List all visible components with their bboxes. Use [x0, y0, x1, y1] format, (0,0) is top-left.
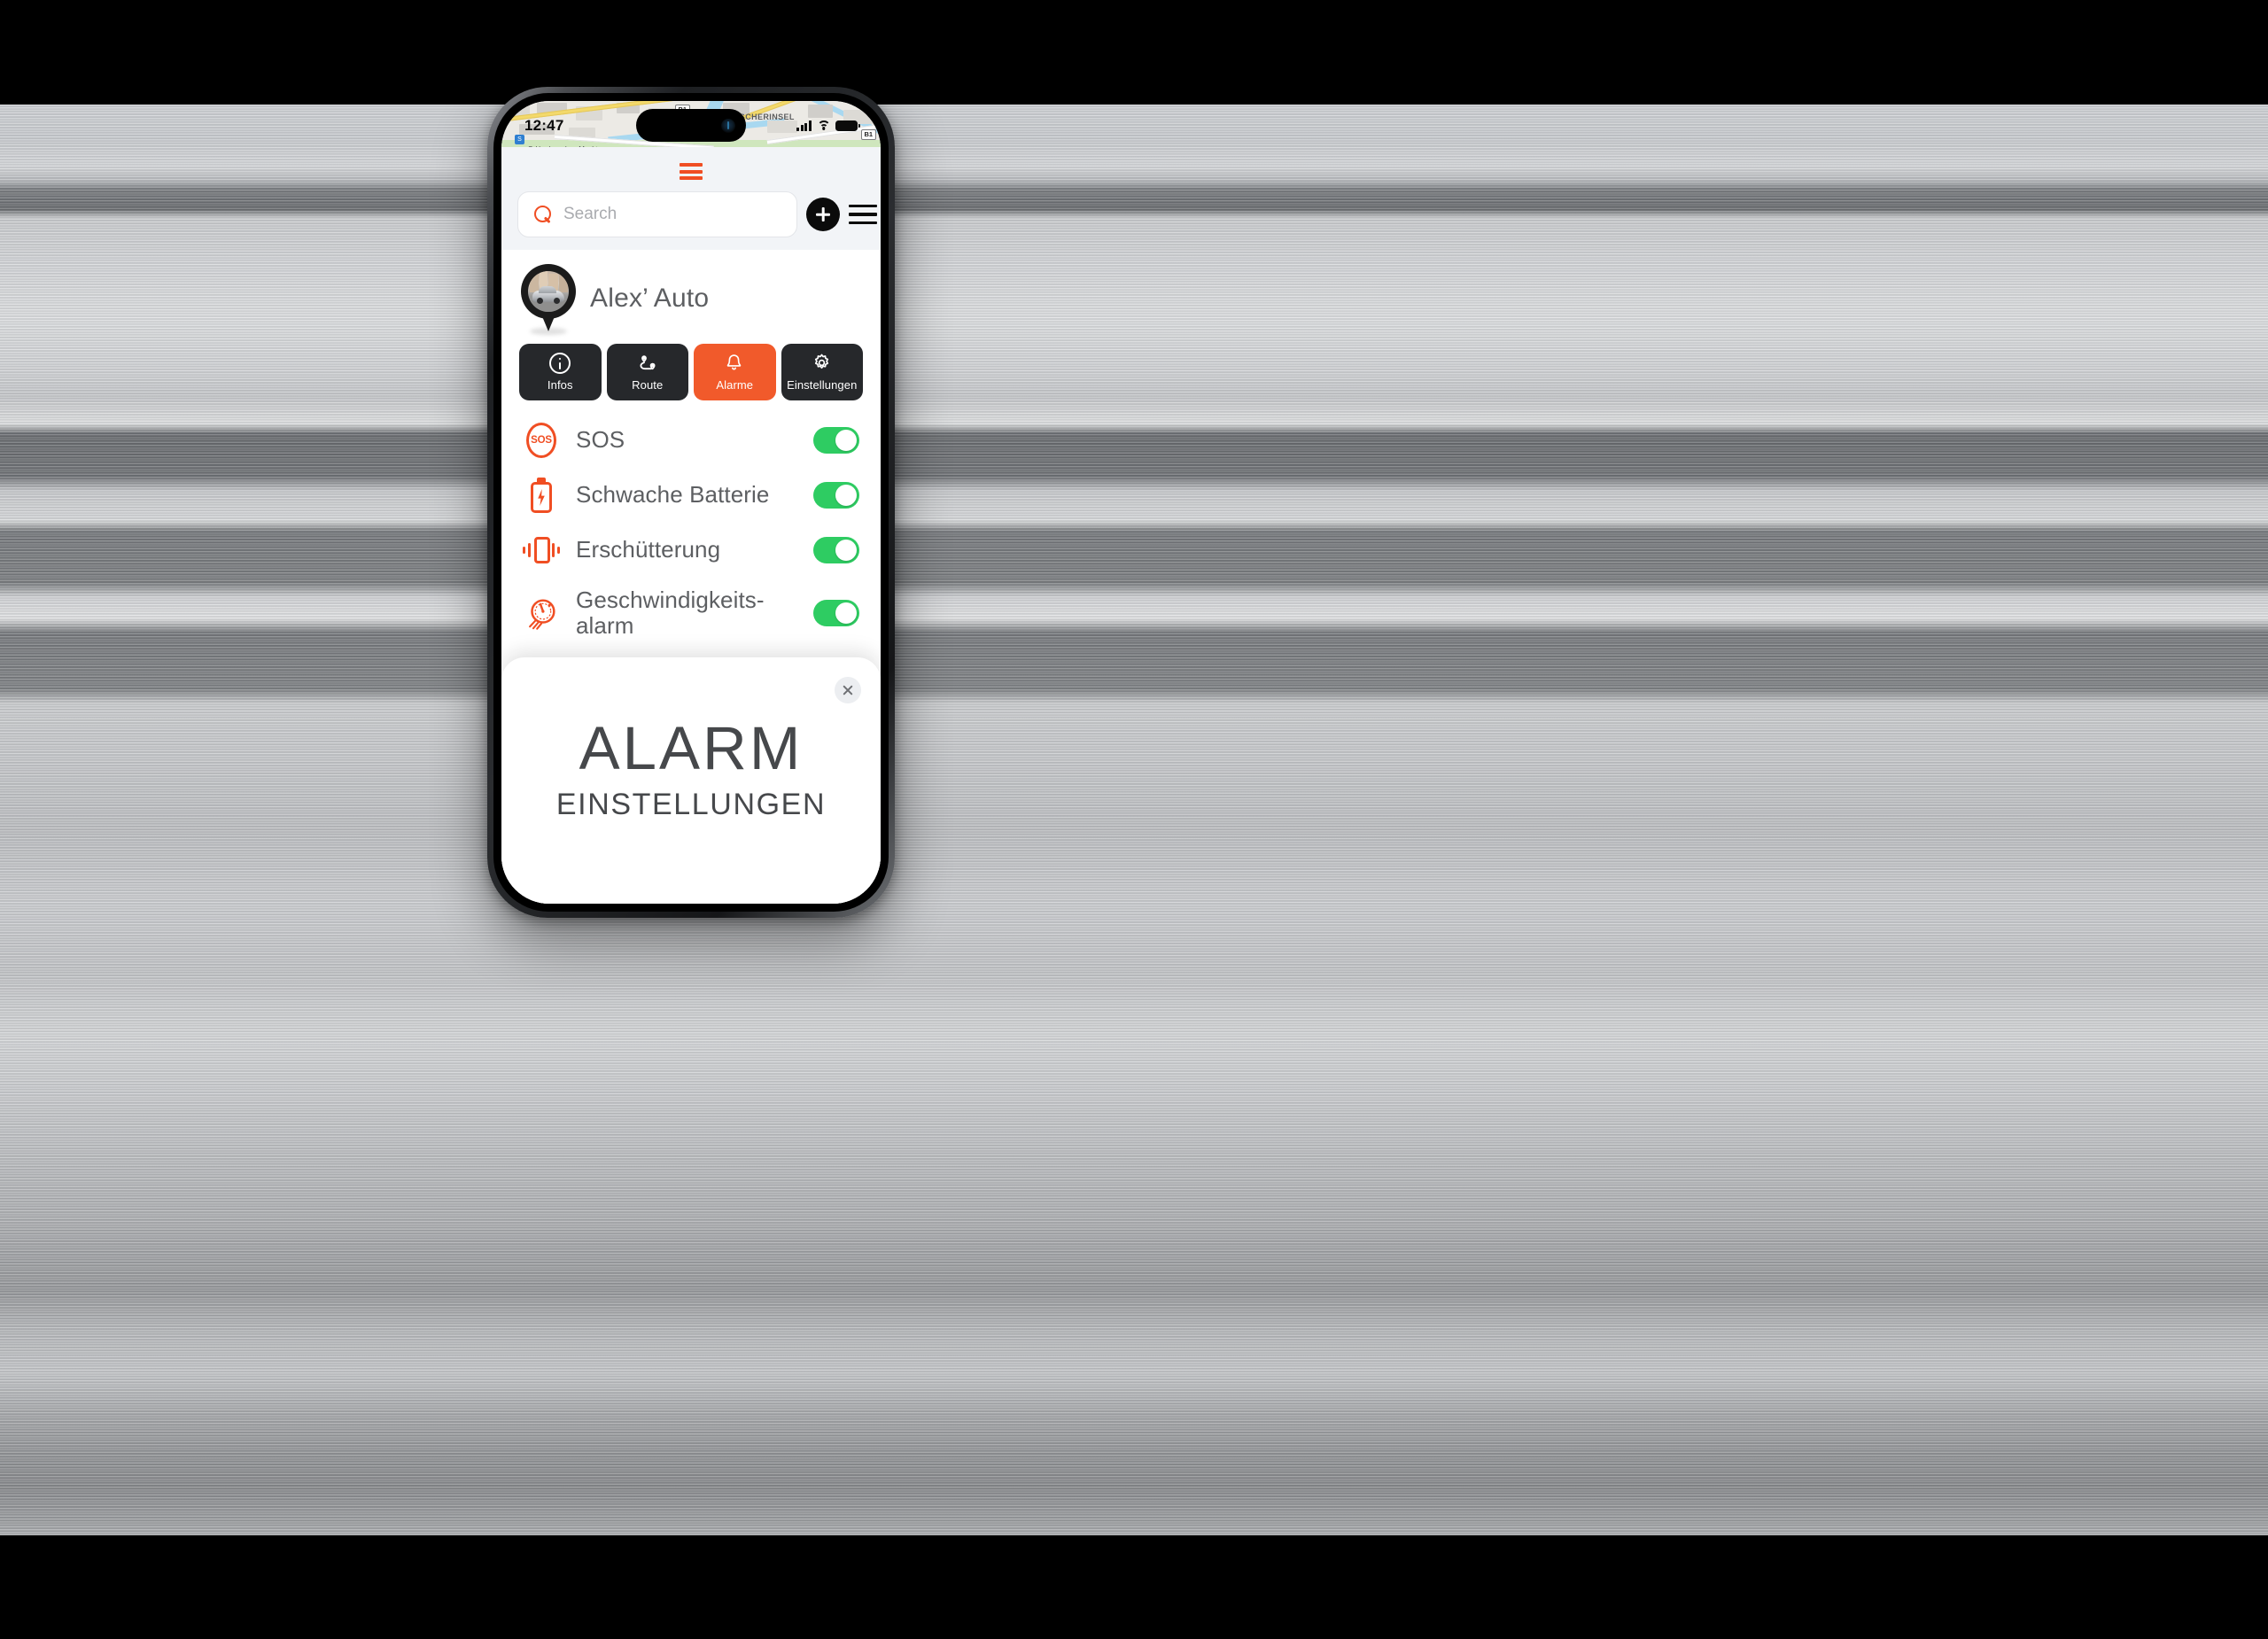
page-backdrop [0, 105, 2268, 1535]
phone-device-frame: B1 B1 FISCHERINSEL S Hackescher Markt S … [487, 87, 895, 918]
alarm-label: Geschwindigkeits- alarm [576, 586, 765, 640]
phone-screen: B1 B1 FISCHERINSEL S Hackescher Markt S … [501, 101, 881, 904]
device-header[interactable]: Alex’ Auto [501, 250, 881, 338]
alarm-label: SOS [576, 426, 625, 454]
route-icon [637, 353, 658, 374]
alarm-row-low-battery[interactable]: Schwache Batterie [501, 468, 881, 523]
bottom-sheet: Alex’ Auto Infos [501, 147, 881, 904]
status-bar-time: 12:47 [524, 117, 564, 134]
drag-handle-icon[interactable] [501, 147, 881, 190]
gear-icon [812, 353, 833, 374]
action-label: Route [632, 378, 664, 392]
alarm-row-sos[interactable]: SOS SOS [501, 413, 881, 468]
action-button-einstellungen[interactable]: Einstellungen [781, 344, 863, 400]
action-label: Alarme [716, 378, 754, 392]
alarm-label: Erschütterung [576, 536, 721, 563]
avatar [528, 271, 569, 312]
action-button-infos[interactable]: Infos [519, 344, 602, 400]
hamburger-menu-icon[interactable] [849, 203, 877, 226]
page-root: B1 B1 FISCHERINSEL S Hackescher Markt S … [0, 0, 2268, 1639]
battery-icon [835, 120, 860, 132]
speedometer-icon [523, 594, 560, 632]
action-button-alarme[interactable]: Alarme [694, 344, 776, 400]
map-pin-avatar [521, 264, 576, 335]
alarm-toggle-speed[interactable] [813, 600, 859, 627]
cellular-signal-icon [796, 120, 812, 131]
alarm-settings-card: ALARM EINSTELLUNGEN [501, 657, 881, 904]
info-icon [549, 353, 571, 374]
action-button-row: Infos Route Alarme Einstellungen [501, 338, 881, 409]
card-title: ALARM [579, 714, 804, 782]
card-subtitle: EINSTELLUNGEN [555, 788, 827, 821]
alarm-row-speed[interactable]: Geschwindigkeits- alarm [501, 578, 881, 649]
dynamic-island [636, 109, 746, 142]
add-device-button[interactable] [806, 198, 840, 231]
alarm-toggle-vibration[interactable] [813, 537, 859, 563]
front-camera-icon [721, 118, 735, 133]
device-name: Alex’ Auto [590, 284, 710, 313]
sos-icon-label: SOS [531, 435, 552, 446]
alarm-toggle-low-battery[interactable] [813, 482, 859, 509]
search-icon [534, 205, 553, 224]
alarm-toggle-sos[interactable] [813, 427, 859, 454]
action-button-route[interactable]: Route [606, 344, 688, 400]
alarm-list: SOS SOS Schwache Batterie Erschütterung … [501, 409, 881, 649]
alarm-row-vibration[interactable]: Erschütterung [501, 523, 881, 578]
phone-bezel: B1 B1 FISCHERINSEL S Hackescher Markt S … [493, 93, 889, 912]
search-input[interactable] [563, 205, 781, 224]
bell-icon [724, 353, 745, 374]
sheet-content: Alex’ Auto Infos Route Alarme Einstellun… [501, 250, 881, 904]
search-row [501, 190, 881, 250]
search-box[interactable] [517, 191, 797, 237]
status-bar-indicators [796, 117, 860, 132]
wifi-icon [817, 120, 830, 131]
action-label: Infos [547, 378, 573, 392]
low-battery-icon [523, 478, 560, 513]
close-icon[interactable] [835, 677, 861, 703]
vibration-icon [523, 535, 560, 565]
action-label: Einstellungen [787, 378, 858, 392]
sos-icon: SOS [523, 423, 560, 458]
alarm-label: Schwache Batterie [576, 481, 770, 509]
